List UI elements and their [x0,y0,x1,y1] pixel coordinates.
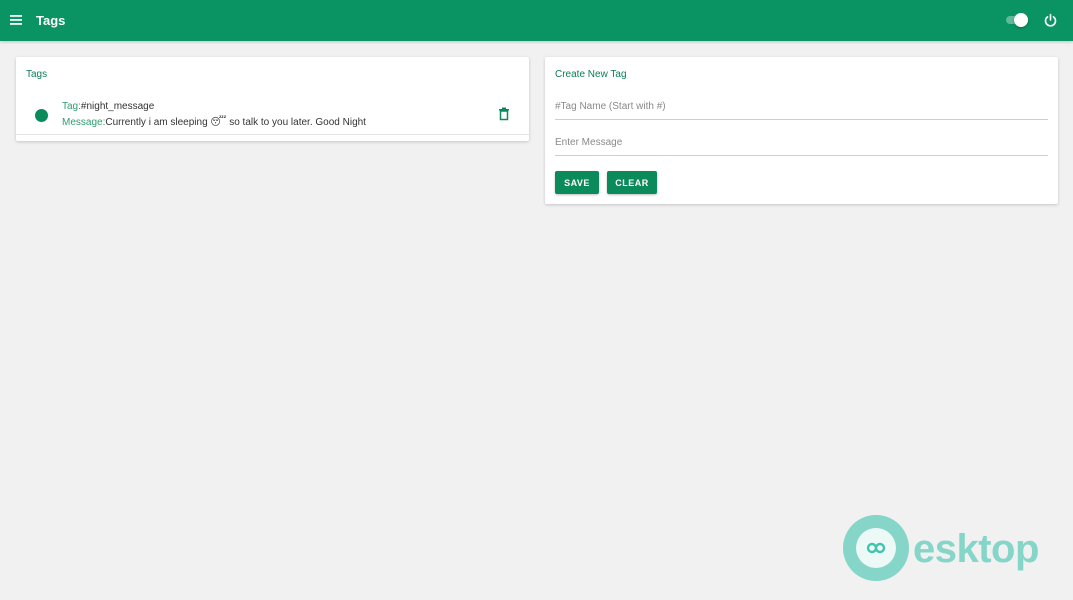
theme-toggle[interactable] [1004,13,1030,27]
tag-line: Tag:#night_message [62,101,154,112]
page-title: Tags [36,13,66,28]
trash-icon[interactable] [498,107,510,121]
list-item[interactable]: Tag:#night_message Message:Currently i a… [16,93,529,135]
message-input[interactable] [555,130,1048,156]
menu-icon[interactable] [9,13,23,27]
tags-card: Tags Tag:#night_message Message:Currentl… [16,57,529,141]
app-bar: Tags [0,0,1073,41]
tag-label: Tag: [62,101,81,112]
tag-value: #night_message [80,101,155,112]
watermark: esktop [843,515,1058,583]
tag-status-dot [35,109,48,122]
power-icon[interactable] [1043,13,1058,28]
tag-name-input[interactable] [555,94,1048,120]
message-value: Currently i am sleeping 😴 so talk to you… [105,117,366,128]
desktop-logo-icon [843,515,909,581]
save-button[interactable]: SAVE [555,171,599,194]
create-tag-card: Create New Tag SAVE CLEAR [545,57,1058,204]
message-label: Message: [62,117,106,128]
tags-card-title: Tags [26,69,48,80]
message-line: Message:Currently i am sleeping 😴 so tal… [62,117,366,128]
toggle-knob [1014,13,1028,27]
watermark-text: esktop [913,527,1039,571]
create-tag-title: Create New Tag [555,69,627,80]
clear-button[interactable]: CLEAR [607,171,657,194]
